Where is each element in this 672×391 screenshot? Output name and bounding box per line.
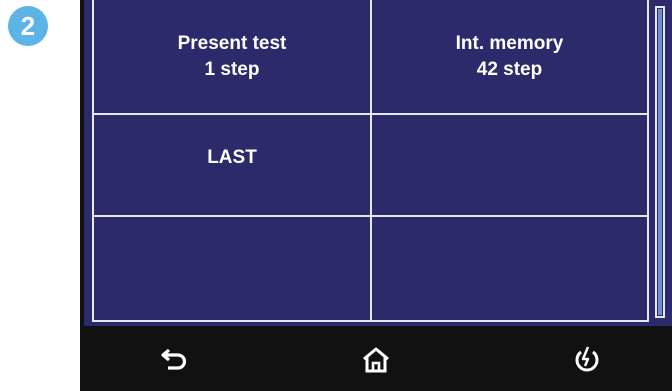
memory-grid: Present test 1 step Int. memory 42 step … [92, 0, 649, 322]
cell-label: Int. memory [455, 32, 564, 54]
bottom-navigation-bar [80, 330, 672, 391]
cell-value: 42 step [476, 58, 543, 80]
scrollbar[interactable] [655, 6, 665, 318]
cell-last[interactable]: LAST [94, 115, 370, 215]
cell-empty[interactable] [94, 217, 370, 320]
step-number-badge: 2 [8, 6, 48, 46]
home-icon [363, 347, 389, 373]
back-button[interactable] [145, 338, 205, 382]
scrollbar-thumb[interactable] [658, 9, 662, 315]
back-arrow-icon [161, 348, 187, 370]
cell-label: LAST [207, 147, 257, 169]
home-button[interactable] [346, 338, 406, 382]
power-button[interactable] [557, 338, 617, 382]
cell-label: Present test [177, 32, 287, 54]
power-icon [575, 346, 599, 372]
cell-value: 1 step [204, 58, 260, 80]
cell-empty[interactable] [372, 115, 647, 215]
cell-present-test[interactable]: Present test 1 step [94, 0, 370, 113]
device-panel: Present test 1 step Int. memory 42 step … [80, 0, 672, 391]
cell-empty[interactable] [372, 217, 647, 320]
display-screen: Present test 1 step Int. memory 42 step … [84, 0, 672, 326]
cell-int-memory[interactable]: Int. memory 42 step [372, 0, 647, 113]
